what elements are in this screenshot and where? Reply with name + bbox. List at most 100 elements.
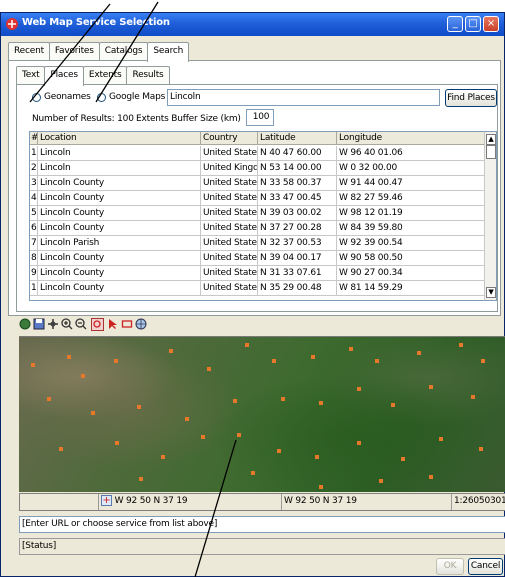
status-cell-blank xyxy=(20,494,99,510)
col-header-longitude[interactable]: Longitude xyxy=(337,132,486,145)
tab-text[interactable]: Text xyxy=(16,66,46,85)
town-marker xyxy=(439,437,443,441)
minimize-button[interactable]: _ xyxy=(447,16,463,32)
row-location: Lincoln Parish xyxy=(38,236,201,251)
row-latitude: N 33 58 00.37 xyxy=(258,176,337,191)
tab-results[interactable]: Results xyxy=(126,66,170,85)
map-scale: 1:26050301 xyxy=(454,496,505,506)
rectangle-icon[interactable] xyxy=(121,318,133,330)
row-location: Lincoln County xyxy=(38,206,201,221)
place-search-input[interactable]: Lincoln xyxy=(167,89,440,106)
row-index: 4 xyxy=(30,191,38,206)
ok-button[interactable]: OK xyxy=(436,558,464,575)
scroll-up-icon[interactable]: ▲ xyxy=(486,134,496,145)
town-marker xyxy=(114,359,118,363)
town-marker xyxy=(47,397,51,401)
row-location: Lincoln County xyxy=(38,281,201,296)
table-row[interactable]: 10Lincoln CountyUnited StatesN 35 29 00.… xyxy=(30,281,486,296)
table-row[interactable]: 8 Lincoln County United States N 39 04 00.1… xyxy=(30,251,486,266)
town-marker xyxy=(459,343,463,347)
town-marker xyxy=(81,374,85,378)
town-marker xyxy=(67,355,71,359)
town-marker xyxy=(233,399,237,403)
world-icon[interactable] xyxy=(135,318,147,330)
crosshair-icon: + xyxy=(101,495,112,506)
row-latitude: N 40 47 60.00 xyxy=(258,146,337,161)
buffer-size-label: Extents Buffer Size (km) xyxy=(136,114,241,124)
row-latitude: N 37 27 00.28 xyxy=(258,221,337,236)
geonames-label: Geonames xyxy=(44,92,91,102)
zoom-box-icon[interactable] xyxy=(91,318,104,331)
find-places-button[interactable]: Find Places xyxy=(445,89,497,107)
town-marker xyxy=(479,447,483,451)
row-location: Lincoln County xyxy=(38,176,201,191)
tab-catalogs[interactable]: Catalogs xyxy=(98,42,149,61)
town-marker xyxy=(319,401,323,405)
maximize-button[interactable]: □ xyxy=(465,16,481,32)
globe-icon[interactable] xyxy=(19,318,31,330)
cancel-button[interactable]: Cancel xyxy=(468,558,503,575)
close-button[interactable]: × xyxy=(483,16,499,32)
town-marker xyxy=(115,441,119,445)
row-index: 6 xyxy=(30,221,38,236)
tab-extents[interactable]: Extents xyxy=(82,66,128,85)
map-status-bar: + W 92 50 N 37 19 W 92 50 N 37 19 1:2605… xyxy=(19,493,505,511)
row-index: 8 xyxy=(30,251,38,266)
tab-recent[interactable]: Recent xyxy=(8,42,50,61)
geonames-radio[interactable] xyxy=(32,93,41,102)
table-row[interactable]: 1 Lincoln United States N 40 47 60.00 W 96 4… xyxy=(30,146,486,161)
google-maps-radio[interactable] xyxy=(97,93,106,102)
row-latitude: N 33 47 00.45 xyxy=(258,191,337,206)
scroll-down-icon[interactable]: ▼ xyxy=(486,287,496,298)
col-header-index[interactable]: # xyxy=(30,132,38,145)
service-url-field[interactable]: [Enter URL or choose service from list a… xyxy=(19,516,505,533)
title-bar[interactable]: Web Map Service Selection _ □ × xyxy=(1,13,504,36)
row-country: United States xyxy=(201,221,258,236)
col-header-latitude[interactable]: Latitude xyxy=(258,132,337,145)
table-row[interactable]: 9 Lincoln County United States N 31 33 07.6… xyxy=(30,266,486,281)
save-icon[interactable] xyxy=(33,318,45,330)
row-index: 1 xyxy=(30,146,38,161)
table-header: # Location Country Latitude Longitude xyxy=(30,132,486,145)
row-longitude: W 90 58 00.50 xyxy=(337,251,486,266)
town-marker xyxy=(161,455,165,459)
town-marker xyxy=(429,475,433,479)
table-row[interactable]: 3 Lincoln County United States N 33 58 00.3… xyxy=(30,176,486,191)
table-row[interactable]: 5 Lincoln County United States N 39 03 00.0… xyxy=(30,206,486,221)
row-index: 9 xyxy=(30,266,38,281)
map-view[interactable] xyxy=(19,336,505,492)
row-country: United States xyxy=(201,176,258,191)
tab-places[interactable]: Places xyxy=(44,66,84,86)
table-row[interactable]: 4 Lincoln County United States N 33 47 00.4… xyxy=(30,191,486,206)
zoom-in-icon[interactable] xyxy=(61,318,73,330)
status-field: [Status] xyxy=(19,538,505,555)
town-marker xyxy=(471,395,475,399)
row-latitude: N 39 03 00.02 xyxy=(258,206,337,221)
row-country: United States xyxy=(201,236,258,251)
town-marker xyxy=(31,363,35,367)
table-row[interactable]: 6 Lincoln County United States N 37 27 00.2… xyxy=(30,221,486,236)
table-row[interactable]: 7 Lincoln Parish United States N 32 37 00.5… xyxy=(30,236,486,251)
tab-search[interactable]: Search xyxy=(147,42,190,62)
results-count-label: Number of Results: 100 xyxy=(32,114,134,124)
row-country: United States xyxy=(201,206,258,221)
row-location: Lincoln County xyxy=(38,191,201,206)
scroll-thumb[interactable] xyxy=(486,145,496,159)
col-header-country[interactable]: Country xyxy=(201,132,258,145)
buffer-size-input[interactable]: 100 xyxy=(246,109,274,126)
row-latitude: N 32 37 00.53 xyxy=(258,236,337,251)
row-longitude: W 92 39 00.54 xyxy=(337,236,486,251)
select-arrow-icon[interactable] xyxy=(107,318,119,330)
town-marker xyxy=(237,433,241,437)
zoom-out-icon[interactable] xyxy=(75,318,87,330)
col-header-location[interactable]: Location xyxy=(38,132,201,145)
row-country: United States xyxy=(201,251,258,266)
table-scrollbar[interactable]: ▲ ▼ xyxy=(484,132,496,300)
table-row[interactable]: 2LincolnUnited KingdomN 53 14 00.00W 0 3… xyxy=(30,161,486,176)
row-index: 5 xyxy=(30,206,38,221)
tab-favorites[interactable]: Favorites xyxy=(48,42,100,61)
pan-icon[interactable] xyxy=(47,318,59,330)
row-longitude: W 90 27 00.34 xyxy=(337,266,486,281)
row-latitude: N 31 33 07.61 xyxy=(258,266,337,281)
row-longitude: W 0 32 00.00 xyxy=(337,161,486,176)
